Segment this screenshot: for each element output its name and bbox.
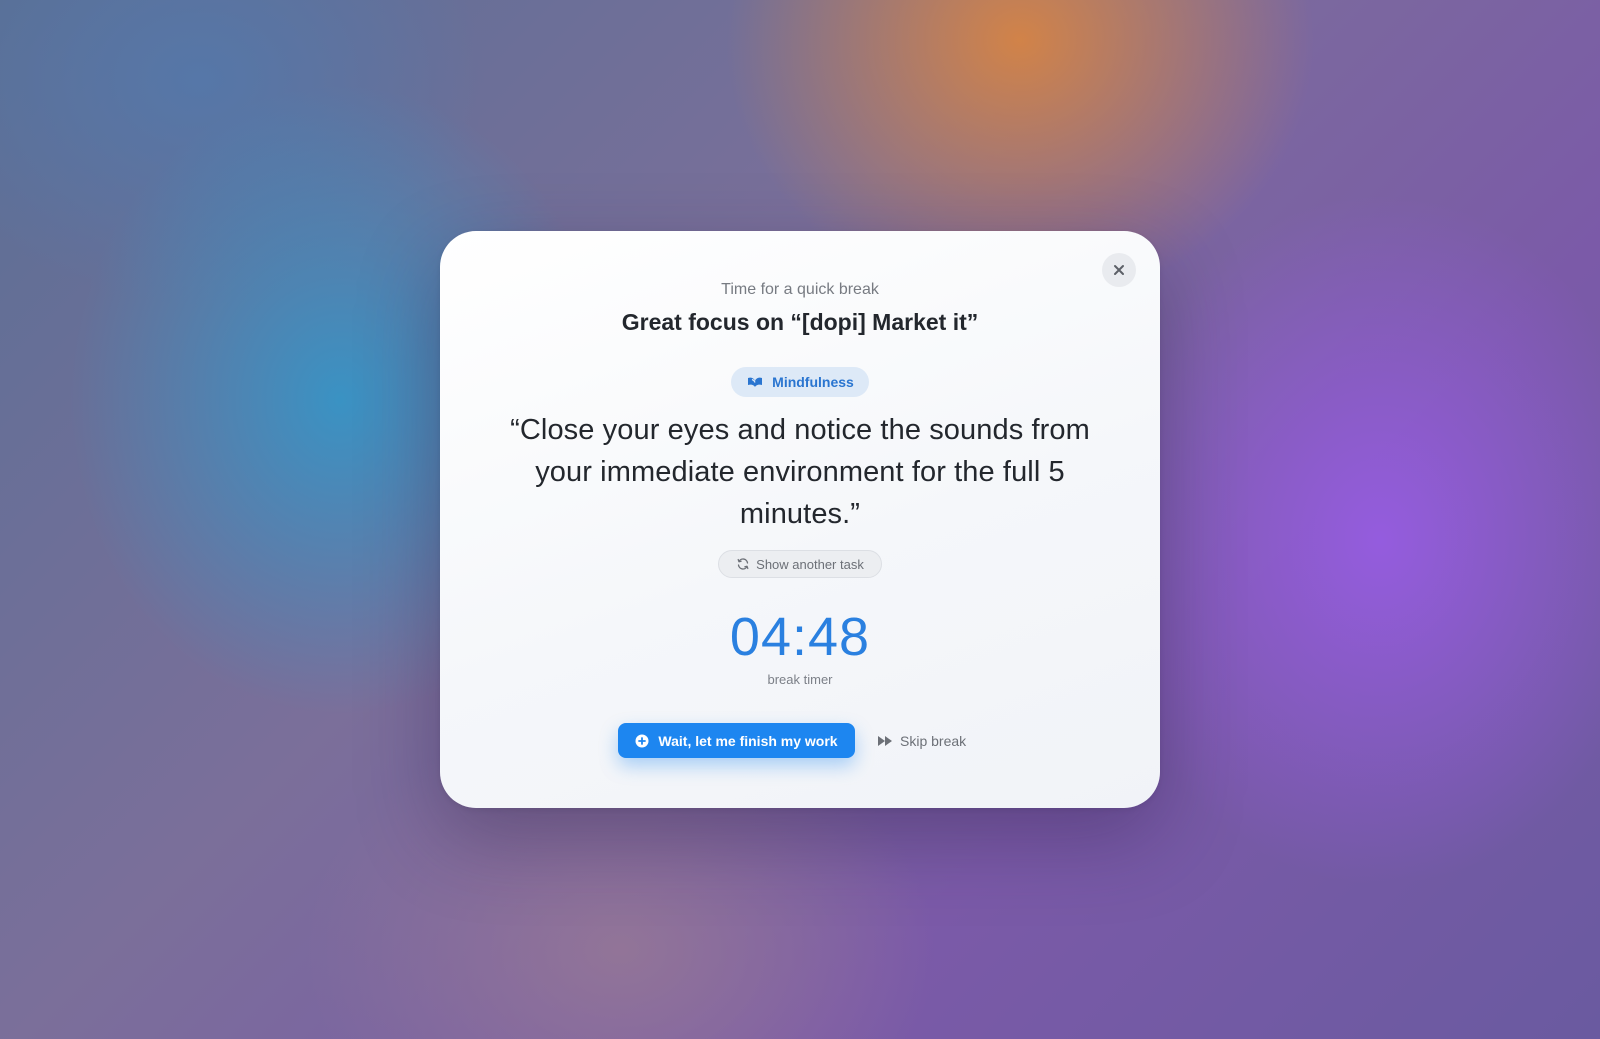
wait-finish-work-label: Wait, let me finish my work: [658, 732, 838, 749]
break-timer-label: break timer: [767, 672, 833, 687]
break-timer-value: 04:48: [729, 607, 871, 667]
show-another-task-label: Show another task: [756, 556, 864, 572]
refresh-icon: [736, 557, 750, 571]
fast-forward-icon: [877, 735, 893, 747]
plus-circle-icon: [635, 734, 649, 748]
dialog-title: Great focus on “[dopi] Market it”: [621, 309, 979, 335]
wait-finish-work-button[interactable]: Wait, let me finish my work: [618, 723, 855, 758]
break-dialog: Time for a quick break Great focus on “[…: [440, 231, 1160, 808]
category-tag-label: Mindfulness: [772, 374, 854, 390]
skip-break-label: Skip break: [900, 732, 967, 749]
category-tag: Mindfulness: [731, 367, 869, 397]
skip-break-button[interactable]: Skip break: [877, 723, 966, 758]
dialog-subtitle: Time for a quick break: [721, 281, 879, 298]
mindfulness-icon: [746, 373, 764, 391]
task-quote: “Close your eyes and notice the sounds f…: [510, 414, 1090, 530]
close-icon: [1112, 263, 1126, 277]
show-another-task-button[interactable]: Show another task: [718, 550, 882, 578]
